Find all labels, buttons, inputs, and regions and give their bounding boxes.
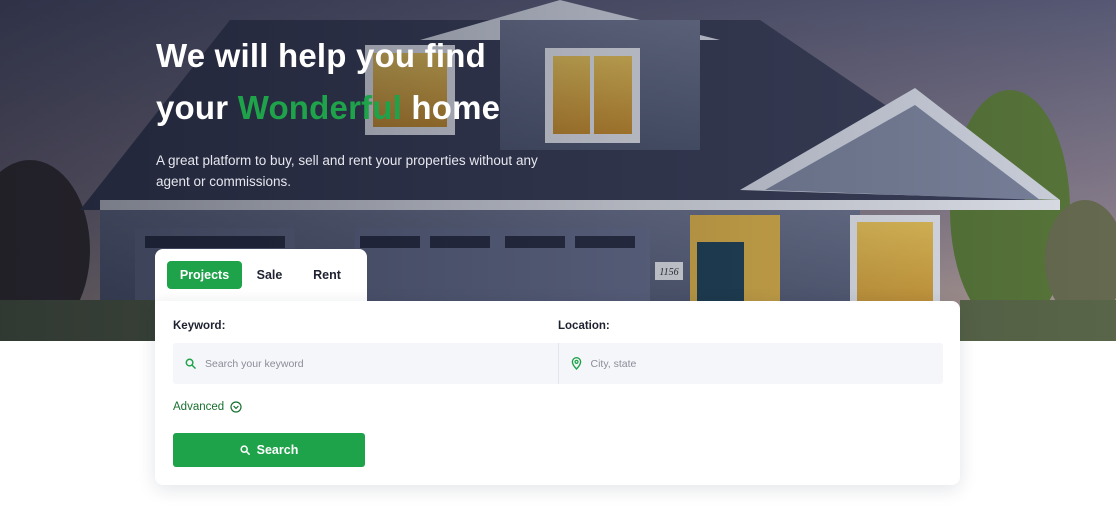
tab-sale[interactable]: Sale — [242, 261, 297, 289]
keyword-field — [173, 343, 558, 384]
location-input[interactable] — [590, 357, 921, 370]
location-label: Location: — [558, 320, 610, 332]
headline-line-1: We will help you find — [156, 37, 486, 74]
search-fields — [173, 343, 943, 384]
search-button-label: Search — [256, 443, 299, 457]
headline-line-2-start: your — [156, 89, 238, 126]
hero-headline: We will help you find your Wonderful hom… — [156, 30, 500, 134]
tab-rent[interactable]: Rent — [297, 261, 357, 289]
search-card: Keyword: Location: Advanced Search — [155, 301, 960, 485]
keyword-input[interactable] — [205, 357, 535, 370]
headline-accent: Wonderful — [237, 89, 403, 126]
location-field — [557, 343, 944, 384]
search-button[interactable]: Search — [173, 433, 365, 467]
headline-line-2-end: home — [402, 89, 501, 126]
tab-projects[interactable]: Projects — [167, 261, 242, 289]
advanced-label: Advanced — [173, 401, 225, 413]
search-icon — [185, 358, 196, 369]
chevron-circle-down-icon — [230, 401, 242, 413]
advanced-toggle[interactable]: Advanced — [173, 401, 242, 413]
hero-subtitle: A great platform to buy, sell and rent y… — [156, 153, 538, 189]
search-tabs: Projects Sale Rent — [155, 249, 367, 301]
keyword-label: Keyword: — [173, 320, 226, 332]
map-pin-icon — [571, 357, 582, 370]
search-icon — [240, 445, 250, 455]
